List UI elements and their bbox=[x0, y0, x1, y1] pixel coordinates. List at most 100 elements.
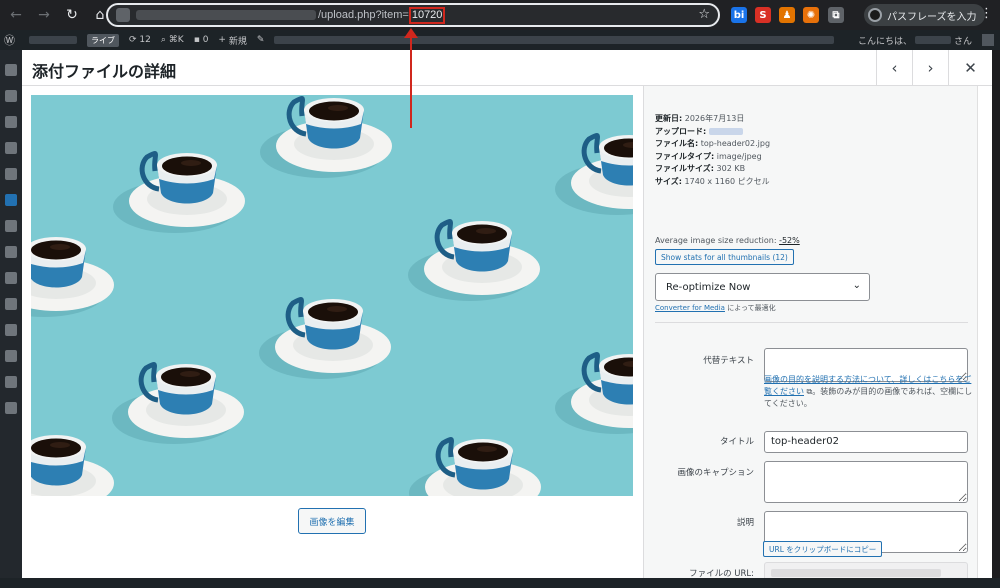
comment-icon: ▪ bbox=[193, 35, 200, 45]
back-icon[interactable]: ← bbox=[4, 3, 28, 27]
next-attachment-button[interactable]: › bbox=[912, 50, 948, 86]
menu-icon[interactable] bbox=[5, 246, 17, 258]
menu-icon[interactable] bbox=[5, 324, 17, 336]
wp-admin-sidebar bbox=[0, 50, 22, 588]
converter-link[interactable]: Converter for Media bbox=[655, 304, 725, 312]
chevron-down-icon: ⌄ bbox=[852, 280, 861, 291]
wordpress-logo-icon[interactable]: Ⓦ bbox=[4, 32, 15, 48]
s-extension-icon[interactable]: S bbox=[755, 7, 771, 23]
pin-icon[interactable]: ✎ bbox=[257, 35, 265, 45]
description-label: 説明 bbox=[736, 518, 754, 528]
comments-item[interactable]: ▪ 0 bbox=[194, 35, 209, 45]
chevron-right-icon: › bbox=[927, 59, 934, 77]
command-shortcut: ⌘K bbox=[168, 35, 184, 45]
modal-title: 添付ファイルの詳細 bbox=[32, 62, 177, 81]
browser-menu-icon[interactable]: ⋮ bbox=[980, 6, 993, 21]
updated-value: 2026年7月13日 bbox=[684, 114, 745, 123]
redacted-file-url bbox=[771, 569, 941, 577]
search-icon: ⌕ bbox=[160, 35, 166, 45]
dashboard-icon[interactable] bbox=[5, 64, 17, 76]
redacted-username bbox=[914, 36, 951, 44]
avatar[interactable] bbox=[982, 34, 994, 46]
comments-count: 0 bbox=[202, 35, 209, 45]
greeting-suffix: さん bbox=[953, 36, 972, 47]
stats-icon[interactable] bbox=[5, 376, 17, 388]
address-bar[interactable]: /upload.php?item= 10720 ☆ bbox=[106, 3, 720, 27]
menu-icon[interactable] bbox=[5, 220, 17, 232]
show-stats-button[interactable]: Show stats for all thumbnails (12) bbox=[655, 249, 794, 265]
alt-text-label: 代替テキスト bbox=[703, 356, 754, 366]
divider bbox=[655, 322, 968, 323]
filename-value: top-header02.jpg bbox=[700, 139, 771, 148]
sparkle-extension-icon[interactable]: ✺ bbox=[803, 7, 819, 23]
reoptimize-select[interactable]: Re-optimize Now ⌄ bbox=[655, 273, 870, 301]
converter-suffix: によって最適化 bbox=[727, 304, 776, 312]
avg-reduction-value: -52% bbox=[779, 236, 800, 245]
filetype-label: ファイルタイプ: bbox=[655, 151, 715, 161]
caption-field[interactable] bbox=[764, 461, 968, 503]
media-icon[interactable] bbox=[5, 194, 17, 206]
puzzle-extension-icon[interactable]: ⧉ bbox=[828, 7, 844, 23]
redacted-site-name[interactable] bbox=[29, 36, 77, 44]
greeting-text: こんにちは、 bbox=[857, 36, 912, 47]
updates-item[interactable]: ⟳ 12 bbox=[129, 35, 151, 45]
updates-count: 12 bbox=[139, 35, 151, 45]
new-content-item[interactable]: + 新規 bbox=[218, 34, 246, 47]
details-scrollbar[interactable] bbox=[977, 86, 992, 578]
person-extension-icon[interactable]: ♟ bbox=[779, 7, 795, 23]
bookmark-star-icon[interactable]: ☆ bbox=[698, 7, 710, 22]
redacted-uploader[interactable] bbox=[708, 127, 743, 135]
comment-icon[interactable] bbox=[5, 272, 17, 284]
caption-label: 画像のキャプション bbox=[677, 468, 754, 478]
attachment-details-modal: 添付ファイルの詳細 ‹ › ✕ 画像を編集 更新日: 2026年7月13日 アッ… bbox=[22, 50, 992, 584]
redacted-domain bbox=[136, 10, 316, 20]
url-item-id: 10720 bbox=[408, 6, 446, 24]
menu-icon[interactable] bbox=[5, 350, 17, 362]
filesize-value: 302 KB bbox=[716, 164, 746, 173]
title-label: タイトル bbox=[719, 437, 754, 447]
updated-label: 更新日: bbox=[655, 114, 683, 123]
avg-reduction: Average image size reduction: -52% bbox=[655, 236, 800, 245]
live-badge[interactable]: ライブ bbox=[87, 33, 119, 47]
edit-image-button[interactable]: 画像を編集 bbox=[298, 508, 366, 534]
menu-icon[interactable] bbox=[5, 90, 17, 102]
reload-icon[interactable]: ↻ bbox=[60, 3, 84, 27]
filesize-label: ファイルサイズ: bbox=[655, 164, 714, 173]
profile-icon bbox=[868, 8, 882, 22]
menu-icon[interactable] bbox=[5, 116, 17, 128]
alt-text-help: 画像の目的を説明する方法について、詳しくはこちらをご覧ください ⧉。装飾のみが目… bbox=[764, 374, 974, 410]
updates-icon: ⟳ bbox=[129, 35, 137, 45]
mail-icon[interactable] bbox=[5, 298, 17, 310]
new-label: 新規 bbox=[228, 36, 247, 47]
annotation-arrow-line bbox=[410, 34, 412, 128]
megaphone-icon[interactable] bbox=[5, 402, 17, 414]
filename-label: ファイル名: bbox=[655, 139, 699, 148]
chevron-left-icon: ‹ bbox=[891, 59, 898, 77]
passphrase-label: パスフレーズを入力 bbox=[887, 11, 977, 23]
attachment-image bbox=[31, 95, 633, 496]
copy-url-button[interactable]: URL をクリップボードにコピー bbox=[763, 541, 883, 557]
converter-note: Converter for Media によって最適化 bbox=[655, 303, 776, 313]
page-bottom-strip bbox=[0, 578, 1000, 588]
attachment-details-panel: 更新日: 2026年7月13日 アップロード: ファイル名: top-heade… bbox=[643, 86, 977, 584]
uploaded-label: アップロード: bbox=[655, 126, 707, 136]
dimensions-label: サイズ: bbox=[655, 176, 682, 186]
pin-icon[interactable] bbox=[5, 168, 17, 180]
passphrase-button[interactable]: パスフレーズを入力 bbox=[864, 4, 985, 26]
close-button[interactable]: ✕ bbox=[948, 50, 992, 86]
url-path: /upload.php?item= bbox=[318, 9, 409, 21]
command-palette-item[interactable]: ⌕ ⌘K bbox=[161, 35, 184, 45]
site-info-icon[interactable] bbox=[116, 8, 130, 22]
bi-extension-icon[interactable]: bi bbox=[731, 7, 747, 23]
title-field[interactable]: top-header02 bbox=[764, 431, 968, 453]
wp-admin-bar: Ⓦ ライブ ⟳ 12 ⌕ ⌘K ▪ 0 + 新規 ✎ こんにちは、 さん bbox=[0, 30, 1000, 50]
filetype-value: image/jpeg bbox=[716, 151, 762, 161]
file-metadata: 更新日: 2026年7月13日 アップロード: ファイル名: top-heade… bbox=[655, 113, 770, 188]
close-icon: ✕ bbox=[964, 59, 977, 77]
dimensions-value: 1740 x 1160 ピクセル bbox=[684, 176, 770, 186]
forward-icon[interactable]: → bbox=[32, 3, 56, 27]
pin-icon[interactable] bbox=[5, 142, 17, 154]
plus-icon: + bbox=[218, 35, 226, 45]
coffee-cups-photo bbox=[31, 95, 633, 496]
previous-attachment-button[interactable]: ‹ bbox=[876, 50, 912, 86]
